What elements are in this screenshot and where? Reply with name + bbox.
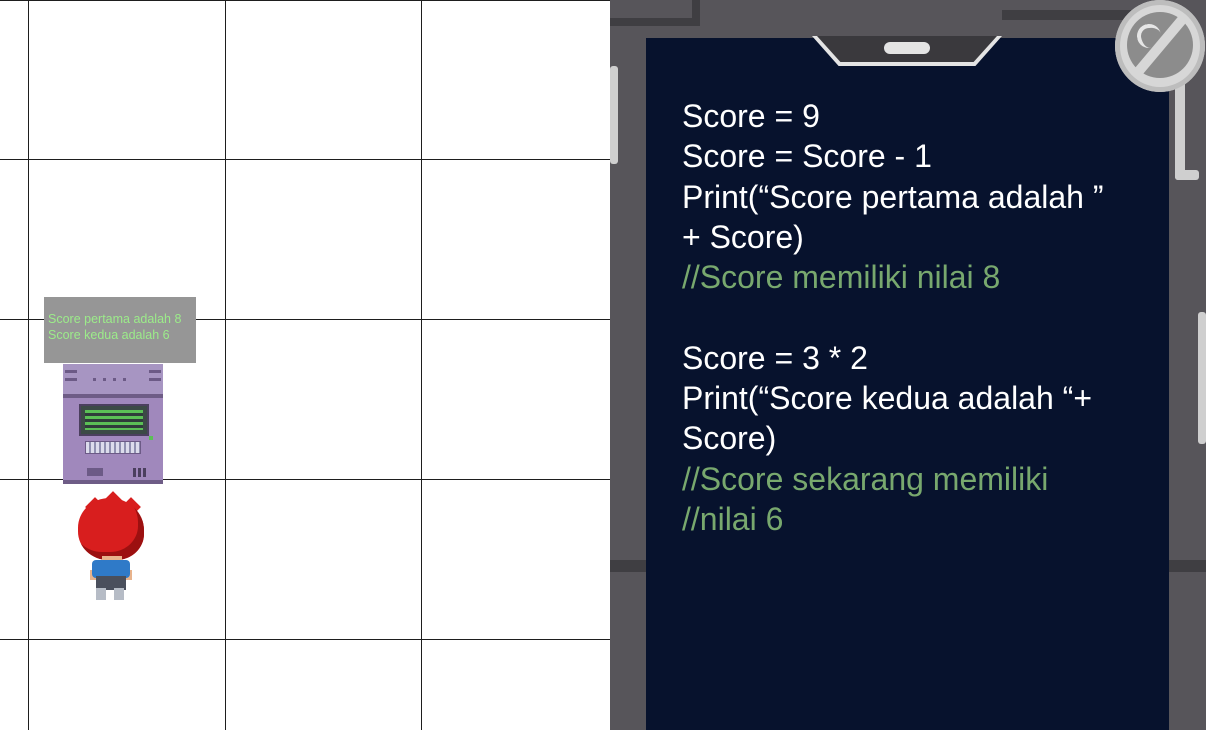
power-led: [149, 436, 153, 440]
speaker-grill: [133, 468, 147, 477]
vent: [65, 370, 77, 373]
tablet-speaker: [884, 42, 930, 54]
frame-seam: [1002, 10, 1132, 20]
console-output-panel: Score pertama adalah 8 Score kedua adala…: [44, 297, 196, 363]
code-comment: //nilai 6: [682, 500, 784, 537]
computer-base: [63, 480, 163, 484]
player-leg: [96, 588, 106, 600]
code-block: Score = 9 Score = Score - 1 Print(“Score…: [682, 96, 1162, 539]
game-world[interactable]: Score pertama adalah 8 Score kedua adala…: [0, 0, 610, 730]
code-line: Print(“Score kedua adalah “+: [682, 380, 1092, 417]
side-clip: [610, 66, 618, 164]
disk-slot: [87, 468, 103, 476]
grid-line: [421, 0, 422, 730]
code-line: Score = 3 * 2: [682, 339, 868, 376]
vent: [149, 370, 161, 373]
frame-seam: [610, 560, 646, 572]
side-clip: [1175, 170, 1199, 180]
frame-seam: [692, 0, 700, 26]
grid-line: [0, 639, 610, 640]
code-comment: //Score memiliki nilai 8: [682, 259, 1001, 296]
grid-line: [0, 159, 610, 160]
frame-seam: [610, 18, 700, 26]
code-tablet-panel: Score = 9 Score = Score - 1 Print(“Score…: [610, 0, 1206, 730]
grid-line: [28, 0, 29, 730]
output-line: Score kedua adalah 6: [48, 328, 170, 342]
code-line: Print(“Score pertama adalah ”: [682, 178, 1104, 215]
grid-line: [0, 0, 610, 1]
player-hair: [78, 498, 144, 560]
indicator-dots: [93, 378, 129, 381]
screen-code-lines: [85, 410, 143, 430]
computer-screen: [79, 404, 149, 436]
code-line: Score = Score - 1: [682, 138, 932, 175]
player-character[interactable]: [76, 491, 148, 604]
grid-line: [225, 0, 226, 730]
vent: [149, 378, 161, 381]
frame-seam: [1169, 560, 1206, 572]
computer-terminal[interactable]: [63, 364, 163, 484]
magnifier-icon[interactable]: [1115, 0, 1205, 92]
keyboard: [85, 441, 141, 454]
code-line: Score): [682, 420, 777, 457]
vent: [65, 378, 77, 381]
code-comment: //Score sekarang memiliki: [682, 460, 1049, 497]
code-screen: Score = 9 Score = Score - 1 Print(“Score…: [646, 38, 1169, 730]
player-leg: [114, 588, 124, 600]
output-line: Score pertama adalah 8: [48, 312, 182, 326]
code-line: + Score): [682, 218, 804, 255]
code-line: Score = 9: [682, 98, 820, 134]
side-clip: [1198, 312, 1206, 444]
